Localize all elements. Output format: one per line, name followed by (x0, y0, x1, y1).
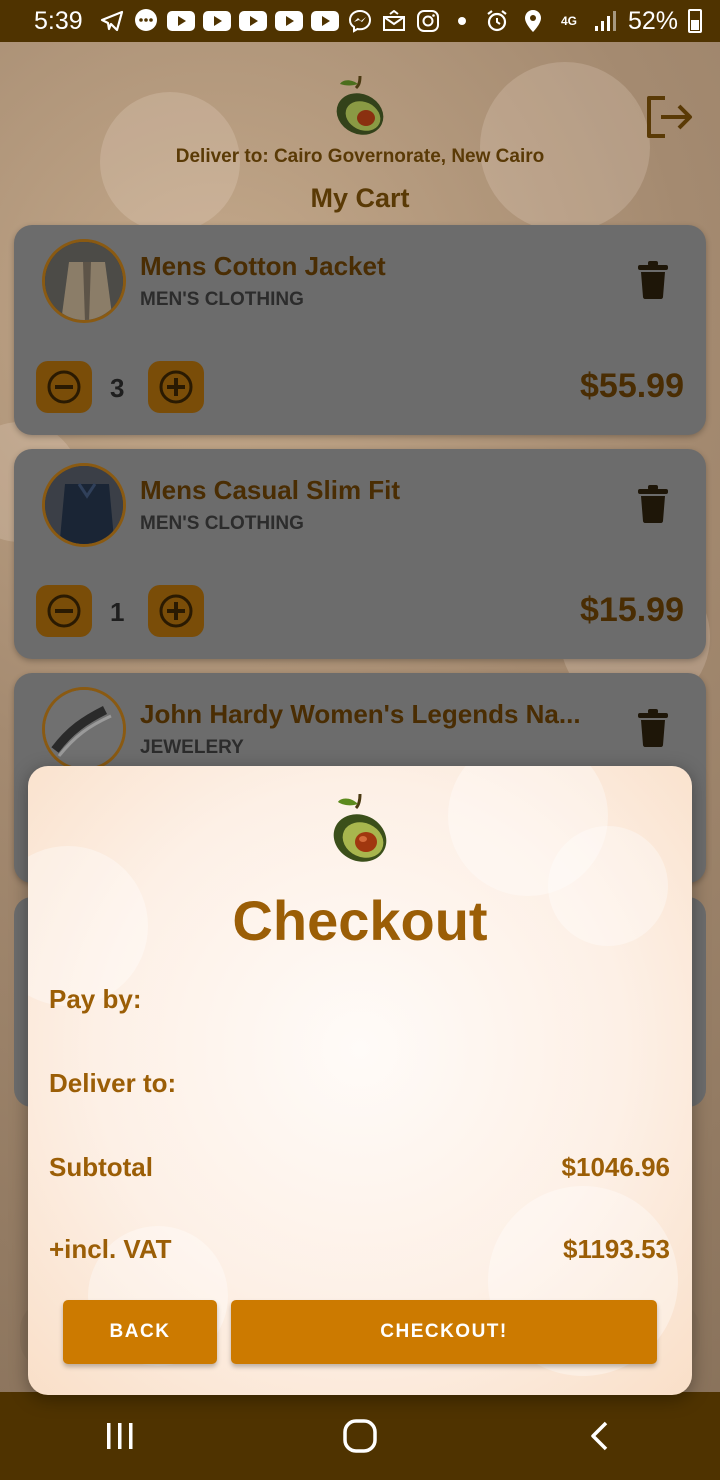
instagram-icon (415, 8, 441, 34)
messenger-icon (133, 8, 159, 34)
messenger-icon (347, 8, 373, 34)
quantity-value: 3 (110, 373, 125, 403)
battery-icon (688, 9, 702, 33)
location-icon (520, 8, 546, 34)
home-button[interactable] (330, 1406, 390, 1466)
avocado-logo (333, 793, 387, 862)
quantity-value: 1 (110, 597, 125, 627)
product-name: Mens Casual Slim Fit (140, 475, 401, 505)
increase-quantity-button[interactable] (148, 361, 204, 413)
vat-label: +incl. VAT (49, 1234, 172, 1264)
mail-icon (381, 8, 407, 34)
product-image (42, 463, 126, 547)
back-button[interactable]: BACK (63, 1300, 217, 1364)
product-price: $55.99 (580, 367, 684, 405)
subtotal-label: Subtotal (49, 1152, 153, 1182)
telegram-icon (99, 8, 125, 34)
deliver-to-address[interactable]: Deliver to: Cairo Governorate, New Cairo (0, 146, 720, 168)
subtotal-value: $1046.96 (561, 1152, 670, 1182)
trash-icon[interactable] (638, 709, 668, 747)
product-category: MEN'S CLOTHING (140, 513, 304, 534)
product-name: John Hardy Women's Legends Na... (140, 699, 581, 729)
trash-icon[interactable] (638, 261, 668, 299)
avocado-logo (336, 75, 384, 135)
system-navigation-bar (0, 1392, 720, 1480)
increase-quantity-button[interactable] (148, 585, 204, 637)
decrease-quantity-button[interactable] (36, 361, 92, 413)
product-price: $15.99 (580, 591, 684, 629)
product-image (42, 239, 126, 323)
alarm-icon (484, 8, 510, 34)
youtube-icon (274, 11, 303, 31)
checkout-button[interactable]: CHECKOUT! (231, 1300, 657, 1364)
youtube-icon (238, 11, 267, 31)
signal-icon (592, 8, 618, 34)
recent-apps-button[interactable] (90, 1406, 150, 1466)
battery-percent: 52% (627, 6, 678, 35)
trash-icon[interactable] (638, 485, 668, 523)
product-category: MEN'S CLOTHING (140, 289, 304, 310)
network-type: 4G (560, 14, 577, 28)
youtube-icon (166, 11, 195, 31)
logout-icon[interactable] (645, 94, 695, 140)
page-title: My Cart (310, 183, 410, 213)
cart-item[interactable]: Mens Cotton Jacket MEN'S CLOTHING 3 $55.… (14, 225, 706, 435)
back-nav-button[interactable] (570, 1406, 630, 1466)
youtube-icon (202, 11, 231, 31)
youtube-icon (310, 11, 339, 31)
dot-icon (449, 8, 475, 34)
product-image (42, 687, 126, 771)
cart-item[interactable]: Mens Casual Slim Fit MEN'S CLOTHING 1 $1… (14, 449, 706, 659)
checkout-dialog: Checkout Pay by: Deliver to: Subtotal $1… (28, 766, 692, 1395)
product-category: JEWELERY (140, 737, 244, 758)
product-name: Mens Cotton Jacket (140, 251, 386, 281)
deliver-to-label: Deliver to: (49, 1068, 177, 1098)
pay-by-label: Pay by: (49, 984, 142, 1014)
vat-total-value: $1193.53 (562, 1234, 670, 1264)
status-time: 5:39 (34, 6, 83, 35)
dialog-title: Checkout (232, 889, 488, 952)
status-bar: 5:39 4G 52% (0, 0, 720, 42)
decrease-quantity-button[interactable] (36, 585, 92, 637)
